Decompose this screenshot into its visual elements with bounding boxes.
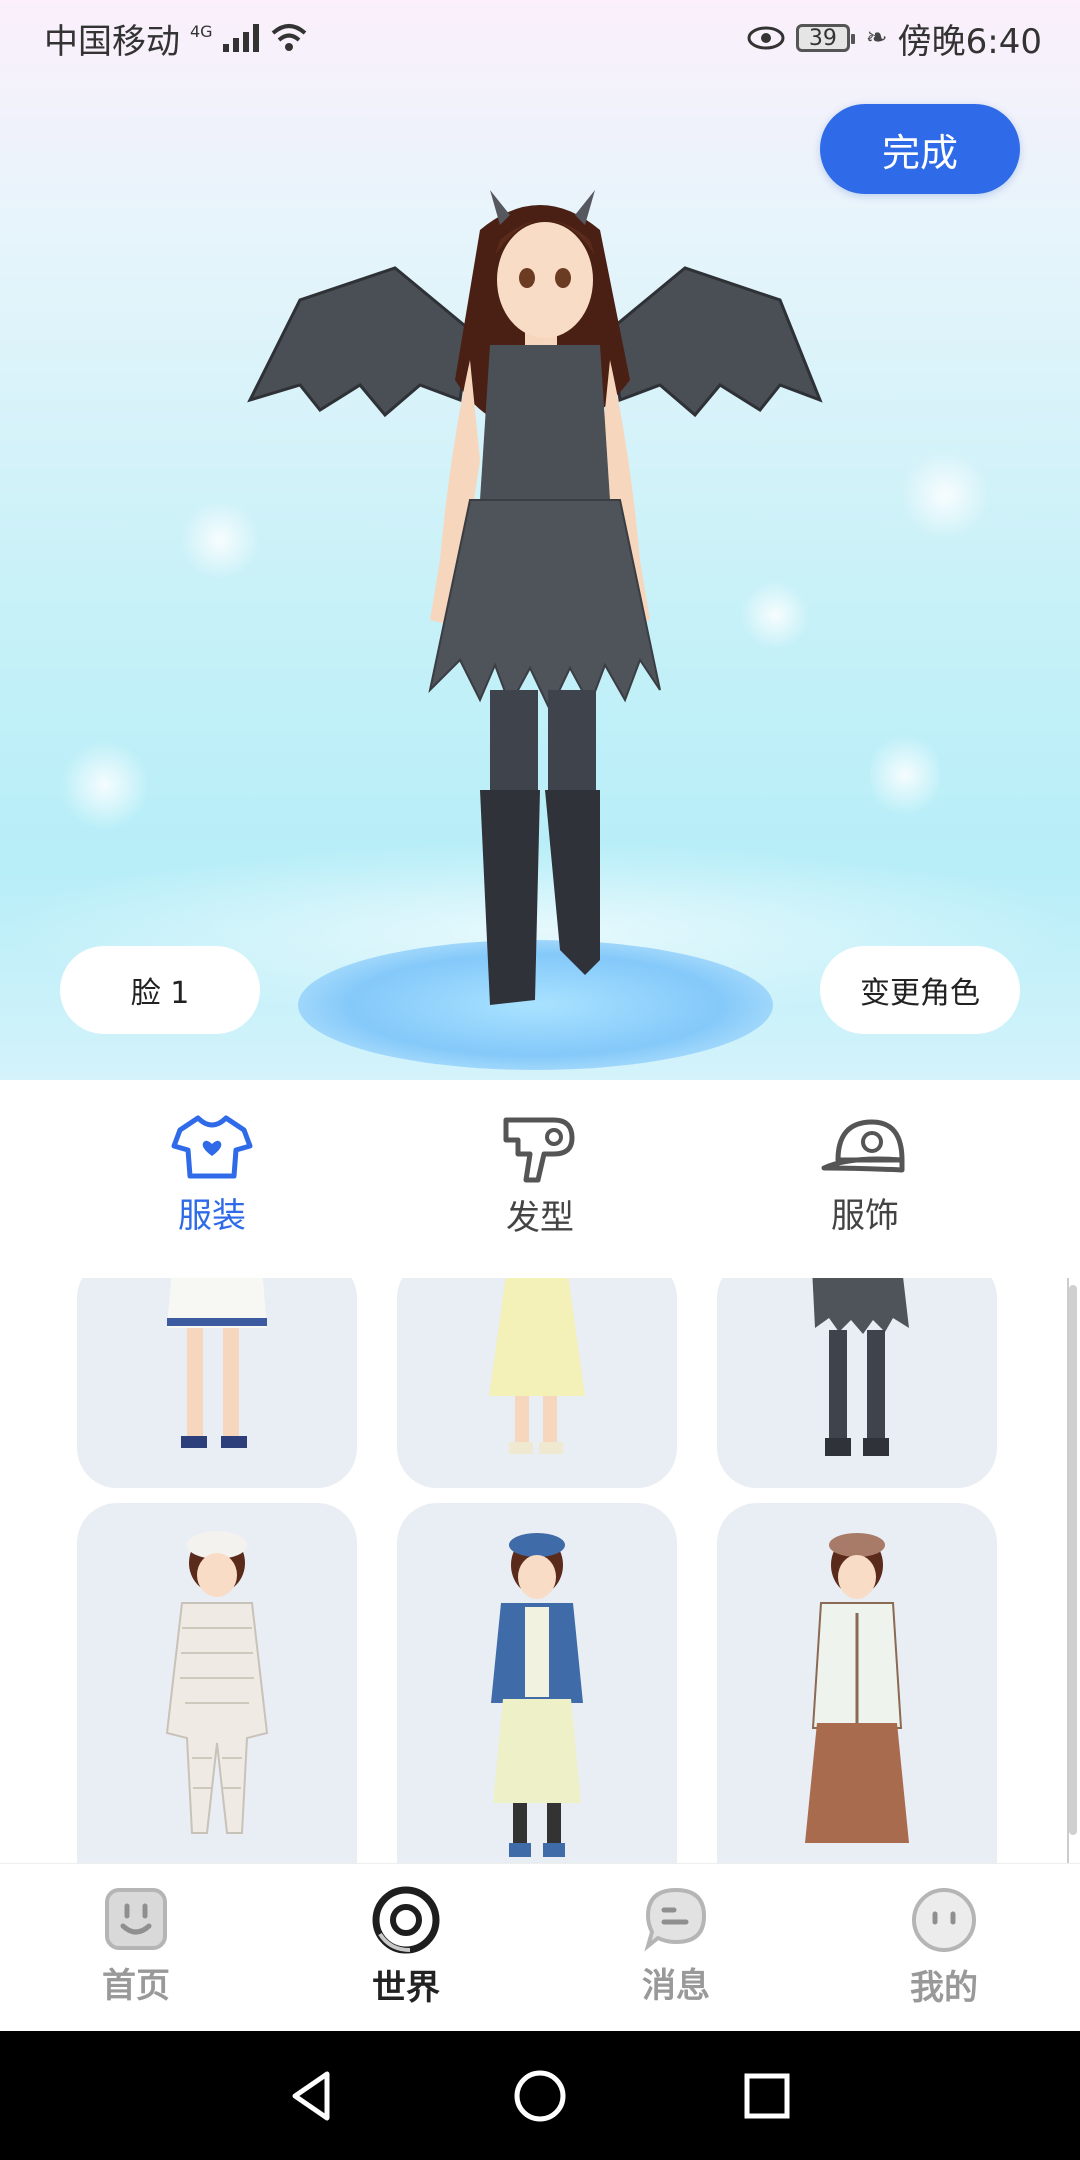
tshirt-icon <box>171 1115 253 1179</box>
outfit-card-black-bat-dress[interactable] <box>717 1278 997 1488</box>
signal-strength-icon <box>222 24 259 52</box>
back-icon[interactable] <box>283 2066 343 2126</box>
leaf-icon: ❧ <box>865 23 888 53</box>
system-navigation-bar <box>0 2031 1080 2160</box>
grid-scrollbar-thumb[interactable] <box>1069 1285 1077 1835</box>
nav-item-home[interactable]: 首页 <box>66 1884 206 2007</box>
hairdryer-icon <box>503 1117 575 1183</box>
character-preview-scene: 中国移动 4G 39 ❧ 傍晚6:40 完成 脸 1 变更角色 <box>0 0 1080 1080</box>
battery-icon: 39 <box>795 24 855 52</box>
clock: 傍晚6:40 <box>897 21 1042 62</box>
tab-accessory[interactable]: 服饰 <box>765 1112 965 1237</box>
recents-icon[interactable] <box>737 2066 797 2126</box>
bottom-navigation: 首页 世界 消息 我的 <box>0 1863 1080 2031</box>
category-tabs: 服装 发型 服饰 <box>0 1080 1080 1280</box>
outfit-card-bandage-mummy-suit[interactable] <box>77 1503 357 1863</box>
outfit-card-denim-jacket-skirt[interactable] <box>397 1503 677 1863</box>
home-face-icon <box>105 1888 167 1950</box>
carrier-name: 中国移动 <box>44 21 180 62</box>
tab-hairstyle-label: 发型 <box>506 1198 574 1238</box>
wifi-icon <box>271 24 306 51</box>
outfit-thumbnail <box>805 1533 909 1843</box>
nav-home-label: 首页 <box>102 1966 170 2006</box>
message-bubble-icon <box>644 1887 707 1952</box>
done-button[interactable]: 完成 <box>820 104 1020 194</box>
status-bar: 中国移动 4G 39 ❧ 傍晚6:40 <box>0 0 1080 76</box>
nav-world-label: 世界 <box>372 1968 440 2008</box>
face-selector-button[interactable]: 脸 1 <box>60 946 260 1034</box>
home-circle-icon[interactable] <box>510 2066 570 2126</box>
outfit-thumbnail <box>489 1278 585 1454</box>
profile-face-icon <box>912 1888 976 1952</box>
eye-comfort-icon <box>747 26 785 50</box>
outfit-thumbnail <box>491 1533 583 1857</box>
tab-clothing[interactable]: 服装 <box>112 1112 312 1237</box>
nav-item-world[interactable]: 世界 <box>336 1884 476 2009</box>
outfit-thumbnail <box>167 1278 267 1448</box>
network-type: 4G <box>190 21 213 41</box>
outfit-grid <box>0 1278 1080 1863</box>
outfit-card-yellow-long-dress[interactable] <box>397 1278 677 1488</box>
outfit-card-white-coat-brown-skirt[interactable] <box>717 1503 997 1863</box>
outfit-thumbnail <box>165 1531 269 1834</box>
nav-messages-label: 消息 <box>642 1966 710 2006</box>
outfit-thumbnail <box>812 1278 909 1456</box>
battery-level: 39 <box>808 25 837 51</box>
tab-hairstyle[interactable]: 发型 <box>440 1112 640 1239</box>
tab-clothing-label: 服装 <box>178 1196 246 1236</box>
nav-item-profile[interactable]: 我的 <box>874 1884 1014 2009</box>
change-role-button[interactable]: 变更角色 <box>820 946 1020 1034</box>
nav-profile-label: 我的 <box>910 1968 978 2008</box>
tab-accessory-label: 服饰 <box>831 1196 899 1236</box>
cap-icon <box>821 1119 905 1173</box>
outfit-card-white-sailor-dress[interactable] <box>77 1278 357 1488</box>
nav-item-messages[interactable]: 消息 <box>606 1884 746 2007</box>
world-target-icon <box>372 1886 440 1954</box>
